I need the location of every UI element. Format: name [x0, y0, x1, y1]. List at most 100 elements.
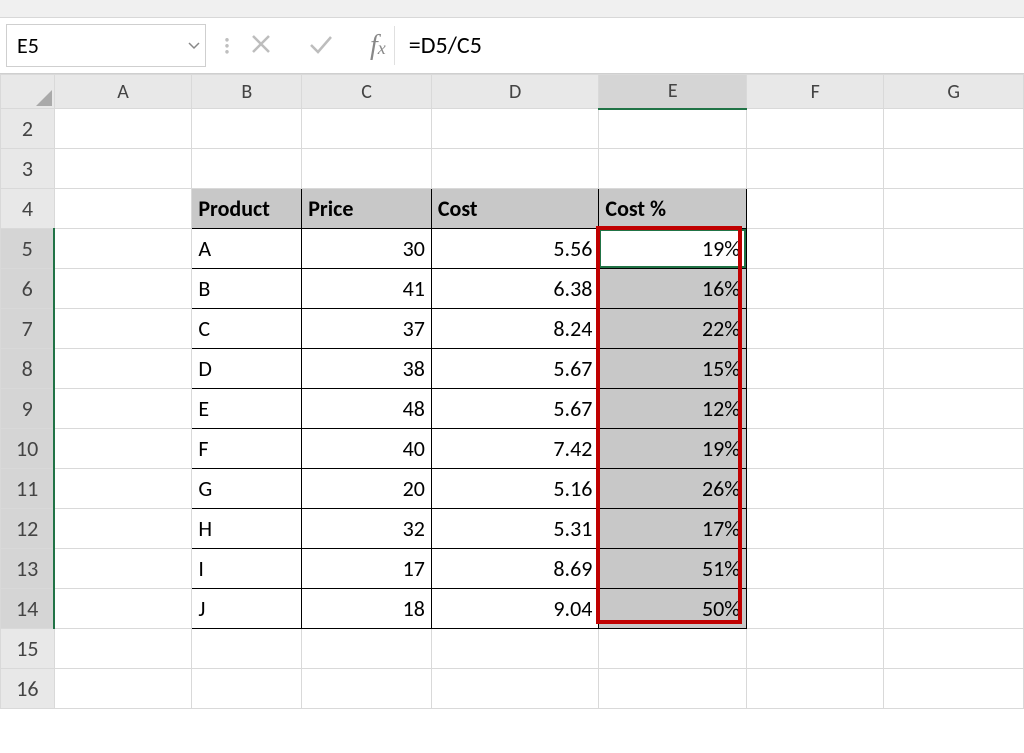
cell-D3[interactable] — [431, 149, 599, 189]
row-header-8[interactable]: 8 — [1, 349, 55, 389]
cancel-icon[interactable] — [250, 28, 272, 63]
cell-E8[interactable]: 15% — [599, 349, 747, 389]
cell-F14[interactable] — [747, 589, 884, 629]
cell-A14[interactable] — [54, 589, 191, 629]
cell-E5[interactable]: 19% — [599, 229, 747, 269]
cell-A11[interactable] — [54, 469, 191, 509]
cell-D11[interactable]: 5.16 — [431, 469, 599, 509]
cell-F13[interactable] — [747, 549, 884, 589]
row-header-9[interactable]: 9 — [1, 389, 55, 429]
cell-C6[interactable]: 41 — [302, 269, 432, 309]
cell-F15[interactable] — [747, 629, 884, 669]
cell-C9[interactable]: 48 — [302, 389, 432, 429]
enter-icon[interactable] — [308, 28, 334, 63]
row-header-3[interactable]: 3 — [1, 149, 55, 189]
row-header-5[interactable]: 5 — [1, 229, 55, 269]
cell-B11[interactable]: G — [192, 469, 302, 509]
cell-A13[interactable] — [54, 549, 191, 589]
row-header-11[interactable]: 11 — [1, 469, 55, 509]
cell-D4[interactable]: Cost — [431, 189, 599, 229]
cell-E16[interactable] — [599, 669, 747, 709]
row-header-16[interactable]: 16 — [1, 669, 55, 709]
cell-A8[interactable] — [54, 349, 191, 389]
cell-E4[interactable]: Cost % — [599, 189, 747, 229]
cell-C15[interactable] — [302, 629, 432, 669]
cell-B13[interactable]: I — [192, 549, 302, 589]
cell-A3[interactable] — [54, 149, 191, 189]
cell-A7[interactable] — [54, 309, 191, 349]
cell-B8[interactable]: D — [192, 349, 302, 389]
cell-F10[interactable] — [747, 429, 884, 469]
fx-icon[interactable]: fx — [370, 30, 386, 62]
cell-C2[interactable] — [302, 109, 432, 149]
cell-D12[interactable]: 5.31 — [431, 509, 599, 549]
cell-B10[interactable]: F — [192, 429, 302, 469]
cell-E11[interactable]: 26% — [599, 469, 747, 509]
cell-D9[interactable]: 5.67 — [431, 389, 599, 429]
cell-G13[interactable] — [884, 549, 1024, 589]
cell-G15[interactable] — [884, 629, 1024, 669]
cell-C3[interactable] — [302, 149, 432, 189]
select-all-corner[interactable] — [1, 75, 55, 109]
cell-C5[interactable]: 30 — [302, 229, 432, 269]
formula-input[interactable]: =D5/C5 — [395, 18, 1024, 73]
cell-B5[interactable]: A — [192, 229, 302, 269]
cell-E12[interactable]: 17% — [599, 509, 747, 549]
name-box[interactable]: E5 — [6, 24, 206, 67]
cell-G7[interactable] — [884, 309, 1024, 349]
cell-F4[interactable] — [747, 189, 884, 229]
row-header-6[interactable]: 6 — [1, 269, 55, 309]
cell-D2[interactable] — [431, 109, 599, 149]
col-header-F[interactable]: F — [747, 75, 884, 109]
row-header-10[interactable]: 10 — [1, 429, 55, 469]
col-header-C[interactable]: C — [302, 75, 432, 109]
cell-C4[interactable]: Price — [302, 189, 432, 229]
cell-F8[interactable] — [747, 349, 884, 389]
worksheet-grid[interactable]: A B C D E F G 2 3 4 Product Price Cost C… — [0, 74, 1024, 709]
cell-G14[interactable] — [884, 589, 1024, 629]
cell-A6[interactable] — [54, 269, 191, 309]
cell-D15[interactable] — [431, 629, 599, 669]
cell-F5[interactable] — [747, 229, 884, 269]
cell-B9[interactable]: E — [192, 389, 302, 429]
cell-B2[interactable] — [192, 109, 302, 149]
cell-B6[interactable]: B — [192, 269, 302, 309]
cell-G10[interactable] — [884, 429, 1024, 469]
col-header-B[interactable]: B — [192, 75, 302, 109]
cell-B14[interactable]: J — [192, 589, 302, 629]
cell-E3[interactable] — [599, 149, 747, 189]
cell-B3[interactable] — [192, 149, 302, 189]
cell-D13[interactable]: 8.69 — [431, 549, 599, 589]
cell-D16[interactable] — [431, 669, 599, 709]
cell-E9[interactable]: 12% — [599, 389, 747, 429]
cell-C11[interactable]: 20 — [302, 469, 432, 509]
cell-F9[interactable] — [747, 389, 884, 429]
cell-F16[interactable] — [747, 669, 884, 709]
cell-E6[interactable]: 16% — [599, 269, 747, 309]
cell-F7[interactable] — [747, 309, 884, 349]
cell-A4[interactable] — [54, 189, 191, 229]
cell-B7[interactable]: C — [192, 309, 302, 349]
cell-D10[interactable]: 7.42 — [431, 429, 599, 469]
row-header-4[interactable]: 4 — [1, 189, 55, 229]
row-header-2[interactable]: 2 — [1, 109, 55, 149]
cell-F12[interactable] — [747, 509, 884, 549]
cell-B15[interactable] — [192, 629, 302, 669]
cell-C12[interactable]: 32 — [302, 509, 432, 549]
cell-C14[interactable]: 18 — [302, 589, 432, 629]
cell-G5[interactable] — [884, 229, 1024, 269]
cell-E14[interactable]: 50% — [599, 589, 747, 629]
cell-C13[interactable]: 17 — [302, 549, 432, 589]
cell-A15[interactable] — [54, 629, 191, 669]
cell-E2[interactable] — [599, 109, 747, 149]
cell-B4[interactable]: Product — [192, 189, 302, 229]
cell-F11[interactable] — [747, 469, 884, 509]
cell-B16[interactable] — [192, 669, 302, 709]
cell-D14[interactable]: 9.04 — [431, 589, 599, 629]
cell-D5[interactable]: 5.56 — [431, 229, 599, 269]
name-box-dropdown-icon[interactable] — [183, 25, 205, 66]
cell-C7[interactable]: 37 — [302, 309, 432, 349]
cell-G16[interactable] — [884, 669, 1024, 709]
col-header-D[interactable]: D — [431, 75, 599, 109]
cell-G9[interactable] — [884, 389, 1024, 429]
